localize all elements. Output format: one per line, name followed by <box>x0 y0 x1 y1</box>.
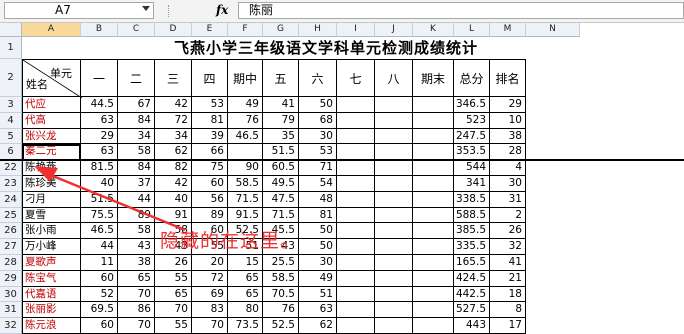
annotation-arrow <box>34 166 186 232</box>
